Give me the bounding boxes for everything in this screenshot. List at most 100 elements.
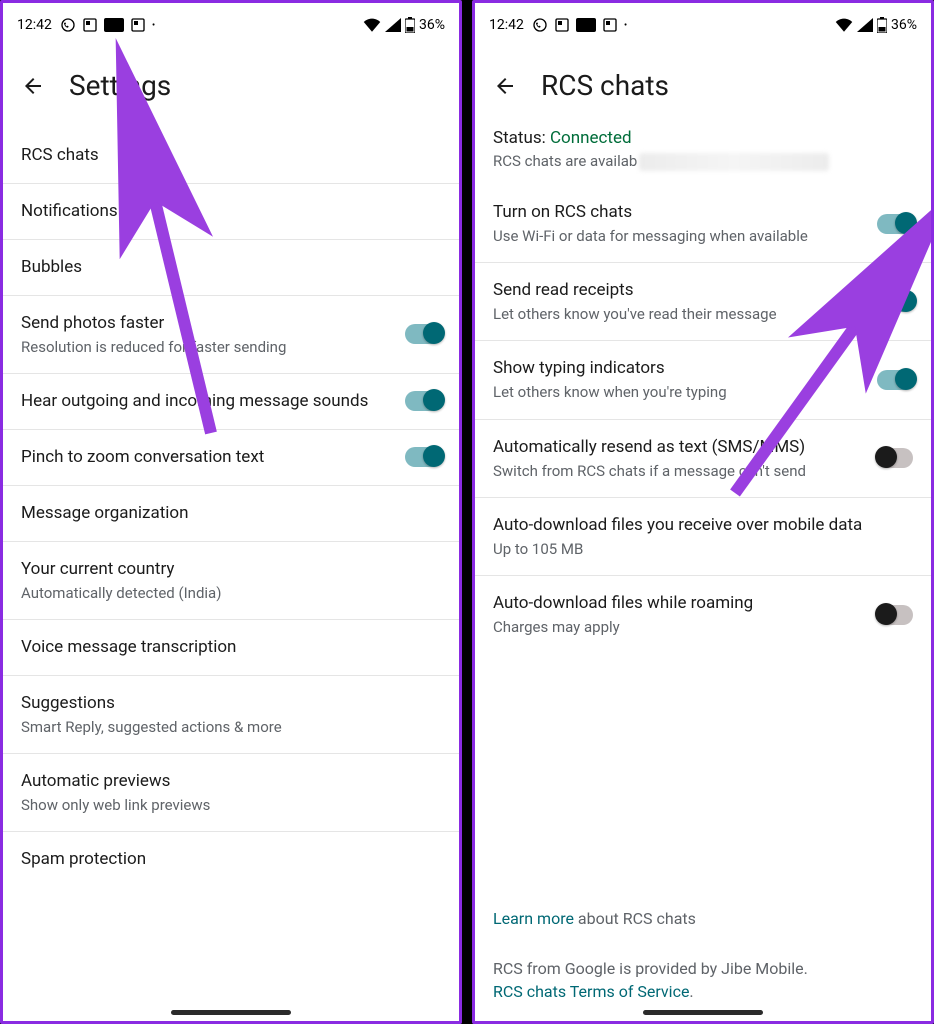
row-subtitle: Switch from RCS chats if a message can't… bbox=[493, 461, 859, 481]
app-icon-2 bbox=[602, 17, 618, 33]
back-button[interactable] bbox=[21, 74, 45, 98]
back-button[interactable] bbox=[493, 74, 517, 98]
row-title: Notifications bbox=[21, 200, 441, 223]
page-title: Settings bbox=[69, 69, 171, 102]
settings-row-0[interactable]: RCS chats bbox=[3, 128, 459, 183]
settings-list[interactable]: RCS chats Notifications Bubbles Send photos… bbox=[3, 128, 459, 1021]
settings-row-9[interactable]: SuggestionsSmart Reply, suggested action… bbox=[3, 675, 459, 753]
page-title: RCS chats bbox=[541, 69, 669, 102]
row-title: Your current country bbox=[21, 558, 441, 581]
settings-row-4[interactable]: Hear outgoing and incoming message sound… bbox=[3, 373, 459, 429]
row-title: Spam protection bbox=[21, 848, 441, 871]
rcs-row-4[interactable]: Auto-download files you receive over mob… bbox=[475, 497, 931, 575]
rcs-row-3[interactable]: Automatically resend as text (SMS/MMS)Sw… bbox=[475, 419, 931, 497]
paytm-icon bbox=[576, 18, 596, 32]
row-subtitle: Automatically detected (India) bbox=[21, 583, 441, 603]
row-title: Message organization bbox=[21, 502, 441, 525]
toggle-switch[interactable] bbox=[877, 214, 913, 234]
arrow-back-icon bbox=[21, 74, 45, 98]
settings-header: Settings bbox=[3, 47, 459, 128]
arrow-back-icon bbox=[493, 74, 517, 98]
row-subtitle: Show only web link previews bbox=[21, 795, 441, 815]
row-subtitle: Smart Reply, suggested actions & more bbox=[21, 717, 441, 737]
status-value: Connected bbox=[550, 128, 632, 148]
toggle-switch[interactable] bbox=[405, 324, 441, 344]
status-bar: 12:42 • 36% bbox=[3, 3, 459, 47]
settings-row-3[interactable]: Send photos fasterResolution is reduced … bbox=[3, 295, 459, 373]
row-title: Send photos faster bbox=[21, 312, 387, 335]
settings-row-2[interactable]: Bubbles bbox=[3, 239, 459, 295]
battery-text: 36% bbox=[891, 17, 917, 33]
rcs-header: RCS chats bbox=[475, 47, 931, 128]
rcs-status-block: Status: Connected RCS chats are availab bbox=[475, 128, 931, 185]
row-subtitle: Let others know you've read their messag… bbox=[493, 304, 859, 324]
settings-row-11[interactable]: Spam protection bbox=[3, 831, 459, 887]
dot-icon: • bbox=[152, 20, 155, 31]
app-icon-2 bbox=[130, 17, 146, 33]
rcs-row-2[interactable]: Show typing indicatorsLet others know wh… bbox=[475, 340, 931, 418]
battery-icon bbox=[405, 17, 415, 33]
app-icon bbox=[554, 17, 570, 33]
whatsapp-icon bbox=[60, 17, 76, 33]
settings-row-8[interactable]: Voice message transcription bbox=[3, 619, 459, 675]
rcs-footer: Learn more about RCS chats RCS from Goog… bbox=[475, 889, 931, 1021]
status-sub-text: RCS chats are availab bbox=[493, 152, 637, 170]
signal-icon bbox=[385, 18, 401, 32]
row-title: Auto-download files while roaming bbox=[493, 592, 859, 615]
learn-more-link[interactable]: Learn more bbox=[493, 909, 574, 928]
battery-text: 36% bbox=[419, 17, 445, 33]
status-bar: 12:42 • 36% bbox=[475, 3, 931, 47]
rcs-row-0[interactable]: Turn on RCS chatsUse Wi-Fi or data for m… bbox=[475, 185, 931, 262]
nav-pill[interactable] bbox=[643, 1010, 763, 1015]
row-title: Automatic previews bbox=[21, 770, 441, 793]
toggle-switch[interactable] bbox=[877, 448, 913, 468]
whatsapp-icon bbox=[532, 17, 548, 33]
nav-pill[interactable] bbox=[171, 1010, 291, 1015]
toggle-switch[interactable] bbox=[877, 370, 913, 390]
phone-settings: 12:42 • 36% Settings RCS chats Notificati… bbox=[0, 0, 462, 1024]
row-title: Suggestions bbox=[21, 692, 441, 715]
status-label: Status: bbox=[493, 128, 550, 148]
row-title: Voice message transcription bbox=[21, 636, 441, 659]
settings-row-6[interactable]: Message organization bbox=[3, 485, 459, 541]
row-title: Auto-download files you receive over mob… bbox=[493, 514, 913, 537]
tos-suffix: . bbox=[689, 982, 693, 1001]
row-subtitle: Let others know when you're typing bbox=[493, 382, 859, 402]
settings-row-10[interactable]: Automatic previewsShow only web link pre… bbox=[3, 753, 459, 831]
row-title: Send read receipts bbox=[493, 279, 859, 302]
row-subtitle: Use Wi-Fi or data for messaging when ava… bbox=[493, 226, 859, 246]
toggle-switch[interactable] bbox=[877, 605, 913, 625]
settings-row-1[interactable]: Notifications bbox=[3, 183, 459, 239]
app-icon bbox=[82, 17, 98, 33]
row-title: Bubbles bbox=[21, 256, 441, 279]
redacted-text bbox=[639, 153, 829, 171]
row-subtitle: Resolution is reduced for faster sending bbox=[21, 337, 387, 357]
row-title: RCS chats bbox=[21, 144, 441, 167]
tos-link[interactable]: RCS chats Terms of Service bbox=[493, 982, 689, 1001]
row-subtitle: Up to 105 MB bbox=[493, 539, 913, 559]
wifi-icon bbox=[363, 18, 381, 32]
settings-row-7[interactable]: Your current countryAutomatically detect… bbox=[3, 541, 459, 619]
wifi-icon bbox=[835, 18, 853, 32]
status-time: 12:42 bbox=[17, 17, 52, 33]
provider-text: RCS from Google is provided by Jibe Mobi… bbox=[493, 957, 913, 980]
rcs-row-1[interactable]: Send read receiptsLet others know you've… bbox=[475, 262, 931, 340]
row-title: Show typing indicators bbox=[493, 357, 859, 380]
battery-icon bbox=[877, 17, 887, 33]
toggle-switch[interactable] bbox=[877, 292, 913, 312]
rcs-settings-list[interactable]: Turn on RCS chatsUse Wi-Fi or data for m… bbox=[475, 185, 931, 889]
row-subtitle: Charges may apply bbox=[493, 617, 859, 637]
learn-more-suffix: about RCS chats bbox=[574, 909, 696, 928]
row-title: Hear outgoing and incoming message sound… bbox=[21, 390, 387, 413]
settings-row-5[interactable]: Pinch to zoom conversation text bbox=[3, 429, 459, 485]
rcs-row-5[interactable]: Auto-download files while roamingCharges… bbox=[475, 575, 931, 653]
row-title: Turn on RCS chats bbox=[493, 201, 859, 224]
toggle-switch[interactable] bbox=[405, 447, 441, 467]
row-title: Pinch to zoom conversation text bbox=[21, 446, 387, 469]
dot-icon: • bbox=[624, 20, 627, 31]
signal-icon bbox=[857, 18, 873, 32]
row-title: Automatically resend as text (SMS/MMS) bbox=[493, 436, 859, 459]
toggle-switch[interactable] bbox=[405, 391, 441, 411]
status-time: 12:42 bbox=[489, 17, 524, 33]
paytm-icon bbox=[104, 18, 124, 32]
